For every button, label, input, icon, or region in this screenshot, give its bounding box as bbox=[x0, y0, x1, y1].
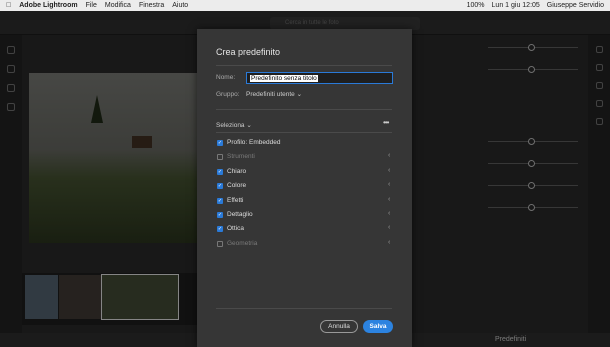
setting-item-optics[interactable]: ✓ Ottica ‹ bbox=[216, 224, 394, 235]
divider bbox=[216, 65, 392, 66]
setting-label: Colore bbox=[227, 182, 247, 189]
group-label: Gruppo: bbox=[216, 91, 240, 98]
checkbox[interactable] bbox=[217, 154, 223, 160]
select-dropdown[interactable]: Seleziona ⌄ bbox=[216, 121, 252, 129]
setting-label: Strumenti bbox=[227, 153, 255, 160]
setting-label: Dettaglio bbox=[227, 211, 253, 218]
menu-finestra[interactable]: Finestra bbox=[139, 2, 164, 9]
setting-label: Ottica bbox=[227, 225, 244, 232]
preset-name-input[interactable]: Predefinito senza titolo bbox=[246, 72, 393, 84]
divider bbox=[216, 132, 392, 133]
select-label: Seleziona bbox=[216, 122, 245, 129]
checkbox[interactable]: ✓ bbox=[217, 212, 223, 218]
checkbox[interactable]: ✓ bbox=[217, 198, 223, 204]
setting-item-light[interactable]: ✓ Chiaro ‹ bbox=[216, 167, 394, 178]
setting-item-geometry[interactable]: Geometria ‹ bbox=[216, 239, 394, 250]
setting-item-profile[interactable]: ✓ Profilo: Embedded bbox=[216, 139, 394, 149]
chevron-left-icon[interactable]: ‹ bbox=[388, 152, 390, 159]
chevron-left-icon[interactable]: ‹ bbox=[388, 196, 390, 203]
checkbox[interactable]: ✓ bbox=[217, 169, 223, 175]
preset-name-value: Predefinito senza titolo bbox=[250, 75, 318, 82]
menu-aiuto[interactable]: Aiuto bbox=[172, 2, 188, 9]
chevron-left-icon[interactable]: ‹ bbox=[388, 239, 390, 246]
setting-label: Geometria bbox=[227, 240, 258, 247]
app-name-menu[interactable]: Adobe Lightroom bbox=[19, 2, 77, 9]
divider bbox=[216, 109, 392, 110]
setting-item-detail[interactable]: ✓ Dettaglio ‹ bbox=[216, 210, 394, 221]
setting-label: Effetti bbox=[227, 197, 244, 204]
chevron-down-icon: ⌄ bbox=[296, 91, 303, 98]
cancel-button[interactable]: Annulla bbox=[320, 320, 358, 333]
more-options-icon[interactable]: ••• bbox=[383, 118, 389, 127]
chevron-left-icon[interactable]: ‹ bbox=[388, 224, 390, 231]
save-button[interactable]: Salva bbox=[363, 320, 393, 333]
menu-file[interactable]: File bbox=[86, 2, 97, 9]
checkbox[interactable]: ✓ bbox=[217, 140, 223, 146]
chevron-left-icon[interactable]: ‹ bbox=[388, 210, 390, 217]
chevron-left-icon[interactable]: ‹ bbox=[388, 167, 390, 174]
divider bbox=[216, 308, 392, 309]
group-value: Predefiniti utente bbox=[246, 91, 295, 98]
dialog-title: Crea predefinito bbox=[216, 47, 281, 57]
setting-item-tools[interactable]: Strumenti ‹ bbox=[216, 152, 394, 163]
chevron-down-icon: ⌄ bbox=[246, 122, 252, 129]
setting-label: Profilo: Embedded bbox=[227, 139, 281, 146]
name-label: Nome: bbox=[216, 74, 236, 81]
setting-item-color[interactable]: ✓ Colore ‹ bbox=[216, 181, 394, 192]
user-name[interactable]: Giuseppe Servidio bbox=[547, 2, 604, 9]
battery-level: 100% bbox=[466, 2, 485, 9]
group-dropdown[interactable]: Predefiniti utente ⌄ bbox=[246, 90, 302, 98]
checkbox[interactable]: ✓ bbox=[217, 226, 223, 232]
create-preset-dialog: Crea predefinito Nome: Predefinito senza… bbox=[197, 29, 412, 347]
setting-label: Chiaro bbox=[227, 168, 247, 175]
menu-modifica[interactable]: Modifica bbox=[105, 2, 131, 9]
chevron-left-icon[interactable]: ‹ bbox=[388, 181, 390, 188]
menu-bar:  Adobe Lightroom File Modifica Finestra… bbox=[0, 0, 610, 11]
setting-item-effects[interactable]: ✓ Effetti ‹ bbox=[216, 196, 394, 207]
checkbox[interactable]: ✓ bbox=[217, 183, 223, 189]
clock[interactable]: Lun 1 giu 12:05 bbox=[492, 2, 540, 9]
apple-icon[interactable]:  bbox=[6, 2, 11, 9]
checkbox[interactable] bbox=[217, 241, 223, 247]
